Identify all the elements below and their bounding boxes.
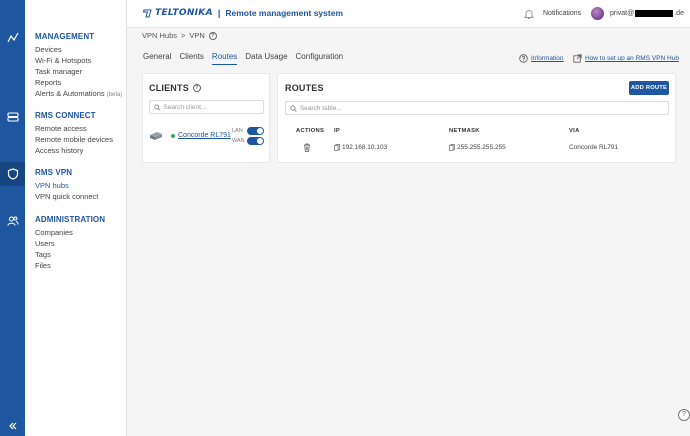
route-netmask-value: 255.255.255.255 <box>457 144 506 151</box>
user-email[interactable]: privat@ .de <box>610 10 684 17</box>
column-header-netmask[interactable]: NETMASK <box>449 128 480 134</box>
table-search-input[interactable] <box>299 104 668 112</box>
menu-item-vpn-hubs[interactable]: VPN hubs <box>35 180 98 191</box>
howto-link[interactable]: How to set up an RMS VPN Hub <box>573 54 679 63</box>
online-status-dot <box>171 134 175 138</box>
notifications-link[interactable]: Notifications <box>543 10 581 17</box>
trash-icon[interactable] <box>303 143 311 152</box>
copy-icon[interactable] <box>449 144 455 151</box>
menu-item-access-history[interactable]: Access history <box>35 145 113 156</box>
menu-section-rms-connect: RMS CONNECT Remote access Remote mobile … <box>35 111 113 156</box>
menu-item-alerts-automations[interactable]: Alerts & Automations (beta) <box>35 88 122 101</box>
client-search[interactable] <box>149 100 264 114</box>
menu-item-vpn-quick-connect[interactable]: VPN quick connect <box>35 191 98 202</box>
menu-item-remote-access[interactable]: Remote access <box>35 123 113 134</box>
routes-title: ROUTES <box>285 83 324 93</box>
devices-icon[interactable] <box>0 105 25 129</box>
breadcrumb-separator: > <box>181 31 186 40</box>
question-circle-icon <box>519 54 528 63</box>
add-route-button[interactable]: ADD ROUTE <box>629 81 669 95</box>
menu-item-task-manager[interactable]: Task manager <box>35 66 122 77</box>
route-netmask-cell: 255.255.255.255 <box>449 144 506 151</box>
teltonika-logo-icon <box>143 9 152 17</box>
copy-icon[interactable] <box>334 144 340 151</box>
menu-item-label: Alerts & Automations <box>35 89 105 98</box>
tab-configuration[interactable]: Configuration <box>296 52 344 65</box>
menu-item-tags[interactable]: Tags <box>35 249 105 260</box>
menu-item-remote-mobile-devices[interactable]: Remote mobile devices <box>35 134 113 145</box>
route-via-value: Concorde RL791 <box>569 144 619 151</box>
breadcrumb-vpn: VPN <box>189 31 205 40</box>
routes-card: ROUTES ADD ROUTE ACTIONS IP NETMASK VIA … <box>277 73 676 163</box>
menu-title: ADMINISTRATION <box>35 215 106 224</box>
help-button[interactable]: ? <box>678 409 690 421</box>
lan-toggle[interactable] <box>247 127 264 135</box>
menu-item-users[interactable]: Users <box>35 238 105 249</box>
brand-name: TELTONIKA <box>155 8 213 18</box>
menu-item-wifi-hotspots[interactable]: Wi-Fi & Hotspots <box>35 55 122 66</box>
breadcrumb-vpn-hubs[interactable]: VPN Hubs <box>142 31 177 40</box>
lan-label: LAN <box>232 128 243 134</box>
route-ip-value: 192.168.10.103 <box>342 144 388 151</box>
brand-logo[interactable]: TELTONIKA | Remote management system <box>143 8 343 18</box>
user-email-suffix: .de <box>674 10 684 17</box>
tab-data-usage[interactable]: Data Usage <box>245 52 287 65</box>
clients-title: CLIENTS ? <box>149 83 201 93</box>
collapse-chevron-icon[interactable] <box>0 414 25 436</box>
route-ip-cell: 192.168.10.103 <box>334 144 387 151</box>
help-circle-icon[interactable]: ? <box>208 31 217 40</box>
menu-title: MANAGEMENT <box>35 32 95 41</box>
tab-routes[interactable]: Routes <box>211 52 238 65</box>
information-label: Information <box>531 55 564 62</box>
column-header-ip[interactable]: IP <box>334 128 340 134</box>
client-search-input[interactable] <box>163 103 263 111</box>
menu-title: RMS VPN <box>35 168 73 177</box>
top-header: TELTONIKA | Remote management system Not… <box>127 0 690 28</box>
clients-title-text: CLIENTS <box>149 83 189 93</box>
external-link-icon <box>573 54 582 63</box>
howto-label: How to set up an RMS VPN Hub <box>585 55 679 62</box>
menu-item-reports[interactable]: Reports <box>35 77 122 88</box>
menu-section-administration: ADMINISTRATION Companies Users Tags File… <box>35 215 105 271</box>
side-menu: MANAGEMENT Devices Wi-Fi & Hotspots Task… <box>25 0 127 436</box>
menu-item-companies[interactable]: Companies <box>35 227 105 238</box>
tab-clients[interactable]: Clients <box>179 52 203 65</box>
beta-badge: (beta) <box>106 92 123 98</box>
app-title: Remote management system <box>225 8 344 18</box>
users-icon[interactable] <box>0 209 25 233</box>
vpn-shield-icon[interactable] <box>0 162 25 186</box>
avatar[interactable] <box>591 7 604 20</box>
wan-label: WAN <box>232 138 245 144</box>
column-header-via[interactable]: VIA <box>569 128 580 134</box>
menu-item-devices[interactable]: Devices <box>35 44 122 55</box>
wan-toggle[interactable] <box>247 137 264 145</box>
menu-title: RMS CONNECT <box>35 111 96 120</box>
brand-separator: | <box>217 8 221 18</box>
analytics-icon[interactable] <box>0 26 25 50</box>
search-icon <box>154 104 161 110</box>
redaction-bar <box>635 10 674 17</box>
bell-icon[interactable] <box>523 8 535 20</box>
tab-bar: General Clients Routes Data Usage Config… <box>143 52 343 65</box>
client-list-item: Concorde RL791 LAN WAN <box>149 126 265 146</box>
breadcrumb: VPN Hubs > VPN ? <box>142 31 217 40</box>
search-icon <box>290 104 297 112</box>
client-name-link[interactable]: Concorde RL791 <box>178 132 231 139</box>
clients-card: CLIENTS ? Concorde RL791 LAN WAN <box>142 73 270 163</box>
tab-general[interactable]: General <box>143 52 171 65</box>
user-email-prefix: privat@ <box>610 10 635 17</box>
help-circle-icon[interactable]: ? <box>192 84 201 92</box>
menu-item-files[interactable]: Files <box>35 260 105 271</box>
left-rail <box>0 0 25 436</box>
menu-section-rms-vpn: RMS VPN VPN hubs VPN quick connect <box>35 168 98 202</box>
menu-section-management: MANAGEMENT Devices Wi-Fi & Hotspots Task… <box>35 32 122 101</box>
information-link[interactable]: Information <box>519 54 564 63</box>
route-via-cell: Concorde RL791 <box>569 144 618 151</box>
column-header-actions: ACTIONS <box>296 128 325 134</box>
table-search[interactable] <box>285 101 669 115</box>
router-icon <box>150 132 162 140</box>
